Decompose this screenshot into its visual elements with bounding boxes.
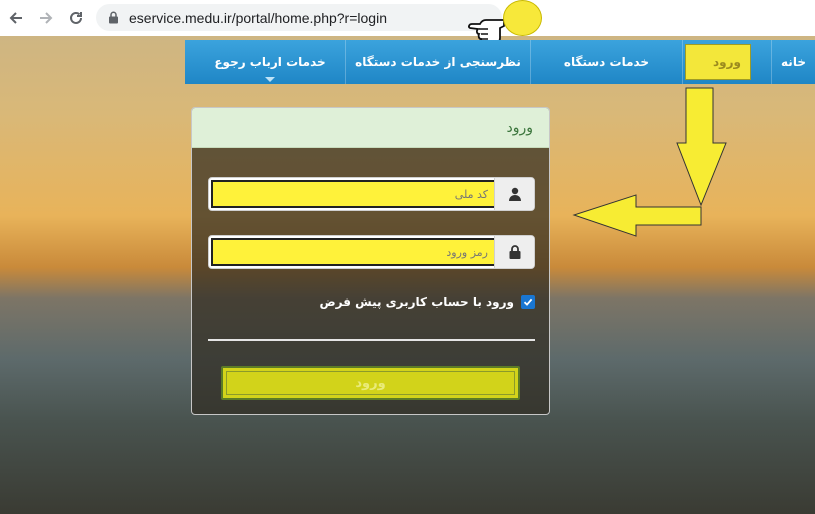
login-panel-title: ورود bbox=[192, 108, 549, 148]
check-icon bbox=[523, 298, 533, 306]
divider bbox=[208, 339, 535, 341]
padlock-icon bbox=[494, 236, 534, 268]
login-panel: ورود ورود با حساب کاربری پیش فرض ورود bbox=[191, 107, 550, 415]
submit-inner-border bbox=[226, 371, 515, 395]
user-icon bbox=[494, 178, 534, 210]
remember-default-account[interactable]: ورود با حساب کاربری پیش فرض bbox=[319, 295, 535, 309]
password-field[interactable] bbox=[208, 235, 535, 269]
left-arrow-icon bbox=[572, 194, 702, 237]
down-arrow-icon bbox=[676, 87, 727, 207]
login-submit-button[interactable]: ورود bbox=[221, 366, 520, 400]
username-field[interactable] bbox=[208, 177, 535, 211]
remember-checkbox[interactable] bbox=[521, 295, 535, 309]
national-code-input[interactable] bbox=[211, 180, 496, 208]
remember-label: ورود با حساب کاربری پیش فرض bbox=[319, 295, 514, 309]
password-input[interactable] bbox=[211, 238, 496, 266]
